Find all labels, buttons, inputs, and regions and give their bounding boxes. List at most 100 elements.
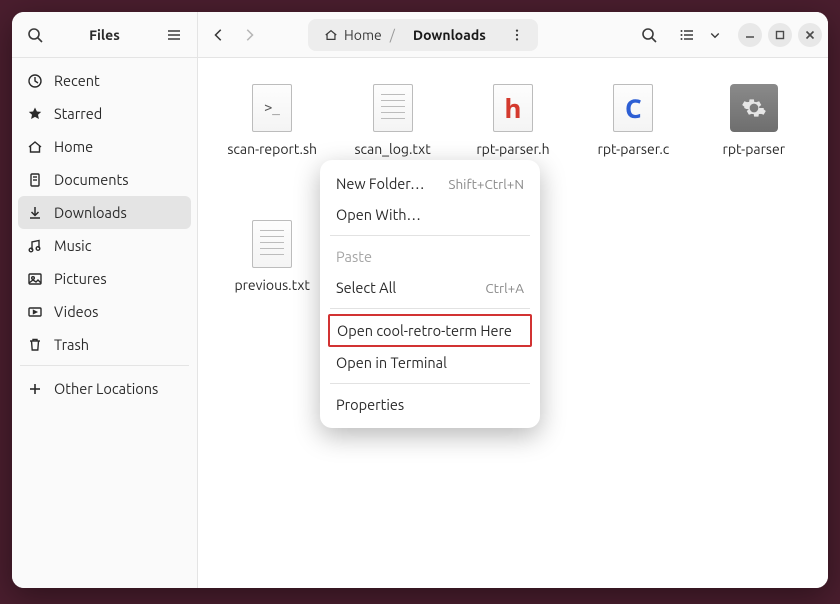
maximize-icon bbox=[775, 30, 785, 40]
kebab-icon bbox=[510, 28, 524, 42]
star-icon bbox=[26, 106, 44, 122]
menu-item-accel: Ctrl+A bbox=[485, 280, 524, 296]
file-icon-script: >_ bbox=[248, 82, 296, 134]
header-right bbox=[632, 18, 822, 52]
hamburger-icon bbox=[166, 27, 182, 43]
chevron-right-icon bbox=[242, 28, 256, 42]
sidebar-item-label: Starred bbox=[54, 105, 102, 122]
file-label: scan_log.txt bbox=[354, 140, 430, 158]
menu-item-label: New Folder… bbox=[336, 175, 425, 192]
file-item[interactable]: rpt-parser bbox=[698, 82, 810, 210]
menu-separator bbox=[330, 308, 530, 309]
sidebar-item-downloads[interactable]: Downloads bbox=[18, 196, 191, 229]
chevron-down-icon bbox=[709, 29, 721, 41]
sidebar-item-label: Documents bbox=[54, 171, 129, 188]
view-menu bbox=[670, 18, 726, 52]
minimize-button[interactable] bbox=[738, 23, 762, 47]
home-icon bbox=[26, 139, 44, 155]
sidebar-item-other-locations[interactable]: Other Locations bbox=[18, 370, 191, 407]
menu-item-label: Open in Terminal bbox=[336, 354, 447, 371]
chevron-left-icon bbox=[212, 28, 226, 42]
documents-icon bbox=[26, 172, 44, 188]
sidebar-item-starred[interactable]: Starred bbox=[18, 97, 191, 130]
search-button[interactable] bbox=[18, 18, 52, 52]
path-segment-label: Home bbox=[344, 27, 382, 43]
file-label: rpt-parser bbox=[723, 140, 785, 158]
sidebar-item-label: Trash bbox=[54, 336, 89, 353]
view-dropdown-button[interactable] bbox=[704, 18, 726, 52]
plus-icon bbox=[26, 381, 44, 397]
menu-item-paste: Paste bbox=[328, 241, 532, 272]
file-icon-csource: C bbox=[609, 82, 657, 134]
app-title: Files bbox=[52, 27, 157, 43]
menu-item-select-all[interactable]: Select All Ctrl+A bbox=[328, 272, 532, 303]
clock-icon bbox=[26, 73, 44, 89]
file-icon-header: h bbox=[489, 82, 537, 134]
downloads-icon bbox=[26, 205, 44, 221]
pathbar: Home / Downloads bbox=[308, 19, 618, 51]
sidebar-item-music[interactable]: Music bbox=[18, 229, 191, 262]
path-segment-home[interactable]: Home / bbox=[318, 25, 403, 45]
window-controls bbox=[738, 23, 822, 47]
path-separator: / bbox=[388, 27, 397, 43]
menu-item-label: Properties bbox=[336, 396, 404, 413]
search-icon bbox=[641, 27, 657, 43]
menu-item-properties[interactable]: Properties bbox=[328, 389, 532, 420]
sidebar-item-label: Downloads bbox=[54, 204, 127, 221]
sidebar-item-trash[interactable]: Trash bbox=[18, 328, 191, 361]
path-segment-label: Downloads bbox=[413, 27, 486, 43]
sidebar-item-label: Pictures bbox=[54, 270, 107, 287]
sidebar-item-videos[interactable]: Videos bbox=[18, 295, 191, 328]
file-label: rpt-parser.c bbox=[598, 140, 670, 158]
sidebar: Files Recent Starred Home Documents bbox=[12, 12, 198, 588]
maximize-button[interactable] bbox=[768, 23, 792, 47]
sidebar-item-recent[interactable]: Recent bbox=[18, 64, 191, 97]
sidebar-item-label: Videos bbox=[54, 303, 98, 320]
sidebar-separator bbox=[20, 365, 189, 366]
file-item[interactable]: previous.txt bbox=[216, 218, 328, 346]
menu-separator bbox=[330, 235, 530, 236]
sidebar-item-label: Recent bbox=[54, 72, 100, 89]
file-item[interactable]: C rpt-parser.c bbox=[577, 82, 689, 210]
forward-button[interactable] bbox=[234, 18, 264, 52]
file-icon-text bbox=[248, 218, 296, 270]
pictures-icon bbox=[26, 271, 44, 287]
trash-icon bbox=[26, 337, 44, 353]
header-search-button[interactable] bbox=[632, 18, 666, 52]
home-icon bbox=[324, 28, 338, 42]
sidebar-header: Files bbox=[12, 12, 197, 58]
sidebar-item-label: Other Locations bbox=[54, 380, 158, 397]
menu-separator bbox=[330, 383, 530, 384]
sidebar-item-documents[interactable]: Documents bbox=[18, 163, 191, 196]
file-item[interactable]: >_ scan-report.sh bbox=[216, 82, 328, 210]
file-icon-executable bbox=[730, 82, 778, 134]
menu-item-open-cool-retro-term[interactable]: Open cool-retro-term Here bbox=[328, 314, 532, 347]
path-segment-current[interactable]: Downloads bbox=[407, 25, 492, 45]
menu-item-open-terminal[interactable]: Open in Terminal bbox=[328, 347, 532, 378]
menu-item-label: Select All bbox=[336, 279, 396, 296]
menu-item-label: Open cool-retro-term Here bbox=[337, 322, 512, 339]
sidebar-item-label: Music bbox=[54, 237, 91, 254]
sidebar-nav: Recent Starred Home Documents Downloads … bbox=[12, 58, 197, 588]
sidebar-item-home[interactable]: Home bbox=[18, 130, 191, 163]
search-icon bbox=[27, 27, 43, 43]
music-icon bbox=[26, 238, 44, 254]
sidebar-menu-button[interactable] bbox=[157, 18, 191, 52]
menu-item-open-with[interactable]: Open With… bbox=[328, 199, 532, 230]
sidebar-item-label: Home bbox=[54, 138, 93, 155]
path-pill: Home / Downloads bbox=[308, 19, 538, 51]
menu-item-accel: Shift+Ctrl+N bbox=[448, 176, 524, 192]
view-toggle-button[interactable] bbox=[670, 18, 704, 52]
headerbar: Home / Downloads bbox=[198, 12, 828, 58]
videos-icon bbox=[26, 304, 44, 320]
file-label: previous.txt bbox=[234, 276, 309, 294]
close-button[interactable] bbox=[798, 23, 822, 47]
path-menu-button[interactable] bbox=[500, 18, 534, 52]
file-icon-text bbox=[369, 82, 417, 134]
sidebar-item-pictures[interactable]: Pictures bbox=[18, 262, 191, 295]
gear-icon bbox=[741, 95, 767, 121]
context-menu: New Folder… Shift+Ctrl+N Open With… Past… bbox=[320, 160, 540, 428]
back-button[interactable] bbox=[204, 18, 234, 52]
menu-item-label: Paste bbox=[336, 248, 372, 265]
menu-item-new-folder[interactable]: New Folder… Shift+Ctrl+N bbox=[328, 168, 532, 199]
